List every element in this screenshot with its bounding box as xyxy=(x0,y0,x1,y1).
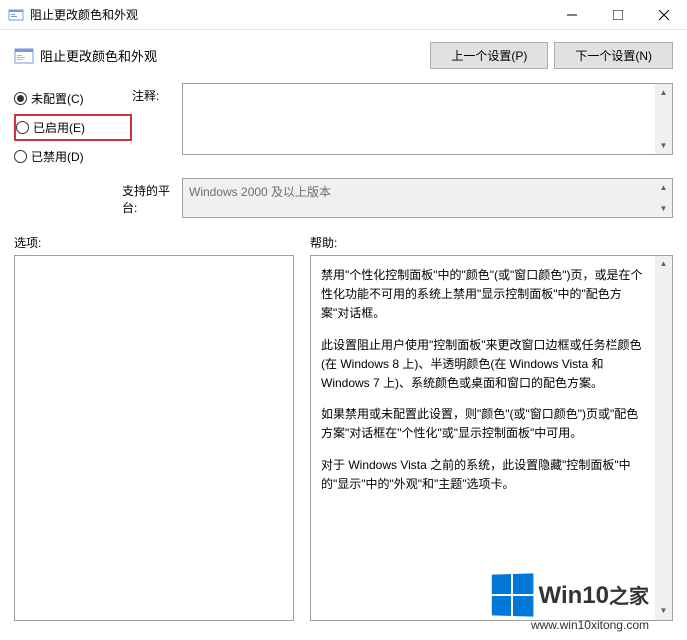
window-title: 阻止更改颜色和外观 xyxy=(30,6,549,23)
radio-label: 已禁用(D) xyxy=(31,148,84,165)
comment-input[interactable]: ▲ ▼ xyxy=(182,83,673,155)
scroll-up-icon[interactable]: ▲ xyxy=(655,84,672,101)
radio-icon xyxy=(16,121,29,134)
help-paragraph: 禁用"个性化控制面板"中的"颜色"(或"窗口颜色")页，或是在个性化功能不可用的… xyxy=(321,266,650,324)
options-box xyxy=(14,255,294,621)
platform-label: 支持的平台: xyxy=(14,178,182,216)
watermark-brand: Win10之家 xyxy=(539,580,649,610)
windows-logo-icon xyxy=(491,573,533,616)
help-paragraph: 对于 Windows Vista 之前的系统，此设置隐藏"控制面板"中的"显示"… xyxy=(321,456,650,494)
platform-value: Windows 2000 及以上版本 ▲ ▼ xyxy=(182,178,673,218)
scroll-down-icon[interactable]: ▼ xyxy=(655,137,672,154)
radio-icon xyxy=(14,92,27,105)
titlebar: 阻止更改颜色和外观 xyxy=(0,0,687,30)
radio-disabled[interactable]: 已禁用(D) xyxy=(14,143,132,170)
scroll-up-icon: ▲ xyxy=(655,179,672,196)
help-paragraph: 此设置阻止用户使用"控制面板"来更改窗口边框或任务栏颜色(在 Windows 8… xyxy=(321,336,650,394)
header-row: 阻止更改颜色和外观 上一个设置(P) 下一个设置(N) xyxy=(14,42,673,69)
help-label: 帮助: xyxy=(310,234,673,251)
radio-not-configured[interactable]: 未配置(C) xyxy=(14,85,132,112)
next-setting-button[interactable]: 下一个设置(N) xyxy=(554,42,673,69)
comment-label: 注释: xyxy=(132,83,182,170)
watermark: Win10之家 xyxy=(491,574,649,616)
scrollbar: ▲ ▼ xyxy=(655,179,672,217)
close-button[interactable] xyxy=(641,0,687,30)
scroll-down-icon[interactable]: ▼ xyxy=(655,603,672,620)
page-title: 阻止更改颜色和外观 xyxy=(40,46,430,65)
minimize-button[interactable] xyxy=(549,0,595,30)
radio-enabled[interactable]: 已启用(E) xyxy=(14,114,132,141)
radio-label: 未配置(C) xyxy=(31,90,84,107)
radio-icon xyxy=(14,150,27,163)
options-label: 选项: xyxy=(14,234,294,251)
previous-setting-button[interactable]: 上一个设置(P) xyxy=(430,42,548,69)
radio-label: 已启用(E) xyxy=(33,119,85,136)
scrollbar[interactable]: ▲ ▼ xyxy=(655,84,672,154)
policy-header-icon xyxy=(14,47,34,65)
watermark-url: www.win10xitong.com xyxy=(531,618,649,632)
scroll-down-icon: ▼ xyxy=(655,200,672,217)
scroll-up-icon[interactable]: ▲ xyxy=(655,256,672,273)
help-box: 禁用"个性化控制面板"中的"颜色"(或"窗口颜色")页，或是在个性化功能不可用的… xyxy=(310,255,673,621)
scrollbar[interactable]: ▲ ▼ xyxy=(655,256,672,620)
maximize-button[interactable] xyxy=(595,0,641,30)
policy-icon xyxy=(8,7,24,23)
window-controls xyxy=(549,0,687,30)
help-paragraph: 如果禁用或未配置此设置，则"颜色"(或"窗口颜色")页或"配色方案"对话框在"个… xyxy=(321,405,650,443)
